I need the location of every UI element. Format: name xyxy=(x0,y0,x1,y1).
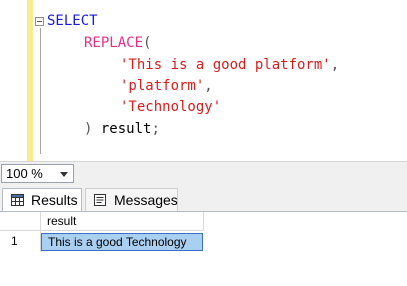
collapse-icon[interactable] xyxy=(35,17,44,26)
tab-messages-label: Messages xyxy=(114,192,178,208)
code-line-6: ) result; xyxy=(84,121,160,137)
query-editor[interactable]: SELECT REPLACE( 'This is a good platform… xyxy=(0,0,407,161)
fold-guide-line xyxy=(40,28,41,154)
tab-messages[interactable]: Messages xyxy=(85,188,178,212)
code-line-2: REPLACE( xyxy=(84,35,152,51)
editor-gutter xyxy=(0,0,27,161)
messages-icon xyxy=(94,194,106,206)
code-line-5: 'Technology' xyxy=(120,99,222,115)
grid-corner-header[interactable] xyxy=(0,212,41,231)
chevron-down-icon[interactable] xyxy=(60,172,68,177)
tab-results-label: Results xyxy=(31,192,78,208)
code-line-1: SELECT xyxy=(47,13,98,29)
zoom-select[interactable]: 100 % xyxy=(1,164,74,183)
results-grid: result 1 This is a good Technology xyxy=(0,211,407,286)
zoom-bar: 100 % xyxy=(0,161,407,185)
zoom-value: 100 % xyxy=(6,166,43,181)
results-tab-bar: Results Messages xyxy=(0,185,407,212)
column-header-result[interactable]: result xyxy=(41,212,204,231)
tab-results[interactable]: Results xyxy=(2,188,82,212)
result-cell[interactable]: This is a good Technology xyxy=(41,233,203,251)
row-number[interactable]: 1 xyxy=(0,231,41,252)
code-line-4: 'platform', xyxy=(120,78,213,94)
code-line-3: 'This is a good platform', xyxy=(120,57,340,73)
grid-icon xyxy=(11,194,24,206)
change-indicator-bar xyxy=(27,0,33,161)
